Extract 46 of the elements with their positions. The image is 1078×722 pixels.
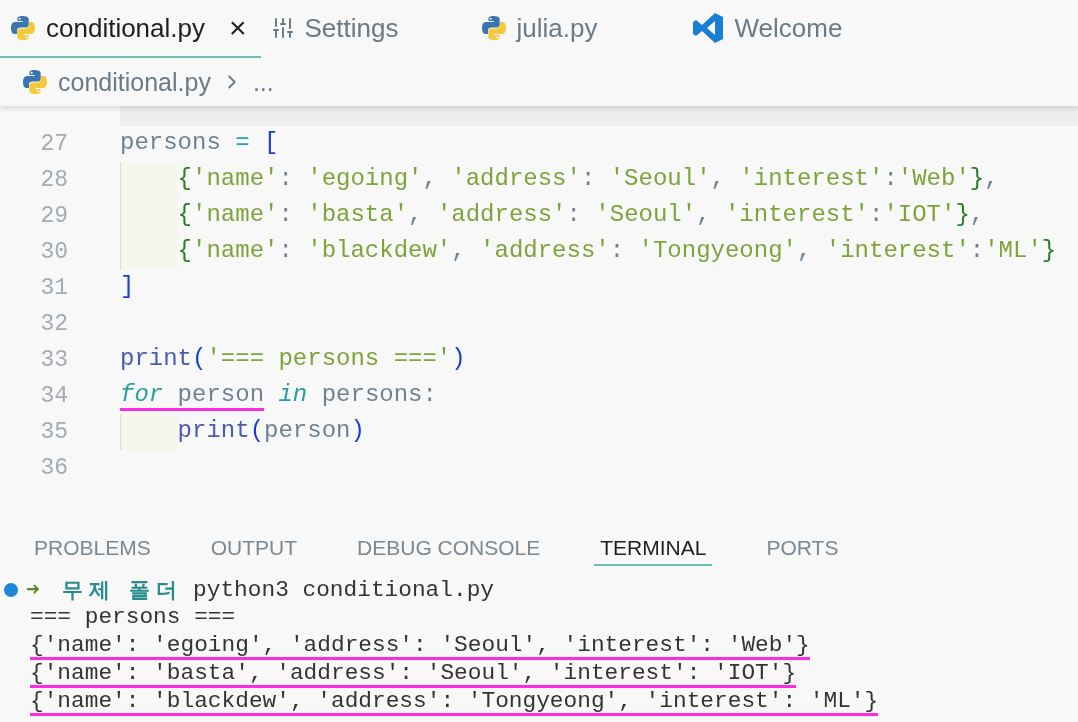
code-editor-logo-icon — [690, 11, 725, 45]
breadcrumb-item[interactable]: conditional.py — [58, 67, 211, 97]
python-icon — [22, 69, 48, 95]
line-number: 27 — [39, 131, 68, 157]
terminal-output: {'name': 'basta', 'address': 'Seoul', 'interest': 'IOT'} — [30, 660, 797, 688]
code-line: persons = [ — [120, 129, 279, 158]
python-icon — [480, 15, 507, 41]
terminal-output: {'name': 'egoing', 'address': 'Seoul', 'interest': 'Web'} — [30, 632, 810, 660]
line-number: 32 — [39, 311, 68, 337]
close-button[interactable]: × — [229, 13, 247, 43]
line-number: 35 — [39, 419, 68, 445]
terminal-output: {'name': 'blackdew', 'address': 'Tongyeong', 'interest': 'ML'} — [30, 688, 879, 716]
terminal-output: === persons === — [30, 604, 236, 632]
editor-tab[interactable]: Welcome — [680, 0, 891, 58]
panel-tab[interactable]: TERMINAL — [594, 536, 713, 566]
line-number: 29 — [39, 203, 68, 229]
panel-tab[interactable]: PROBLEMS — [28, 536, 157, 566]
line-number: 28 — [39, 167, 68, 193]
code-line: {'name': 'blackdew', 'address': 'Tongyeong', 'interest':'ML'} — [177, 237, 1057, 266]
line-number: 31 — [39, 275, 68, 301]
line-number: 33 — [39, 347, 68, 373]
indent-guide — [120, 234, 178, 270]
line-number: 30 — [39, 239, 68, 265]
breadcrumb-item[interactable]: ... — [252, 67, 274, 97]
code-line: print('=== persons ===') — [120, 345, 466, 374]
line-number: 36 — [39, 455, 68, 481]
code-line: {'name': 'egoing', 'address': 'Seoul', 'interest':'Web'}, — [177, 165, 999, 194]
indent-guide — [120, 162, 178, 198]
editor-tab[interactable]: conditional.py × — [0, 0, 261, 58]
editor-tab[interactable]: Settings — [260, 0, 471, 58]
python-icon — [10, 15, 36, 41]
code-line: ] — [120, 273, 135, 302]
line-number: 34 — [39, 383, 68, 409]
indent-guide — [120, 414, 178, 450]
editor-tab[interactable]: julia.py — [470, 0, 681, 58]
code-line: for person in persons: — [120, 381, 437, 411]
code-line: {'name': 'basta', 'address': 'Seoul', 'interest':'IOT'}, — [177, 201, 985, 230]
terminal-command: python3 conditional.py — [193, 577, 494, 603]
prompt-arrow: ➜ — [26, 577, 40, 604]
sliders-icon — [270, 16, 295, 40]
status-dot — [4, 583, 18, 597]
panel-tab[interactable]: PORTS — [760, 536, 845, 566]
prompt-folder: 무제 폴더 — [61, 577, 184, 604]
panel-tab[interactable]: DEBUG CONSOLE — [351, 536, 547, 566]
panel-tab[interactable]: OUTPUT — [204, 536, 304, 566]
code-line: print(person) — [177, 417, 365, 446]
